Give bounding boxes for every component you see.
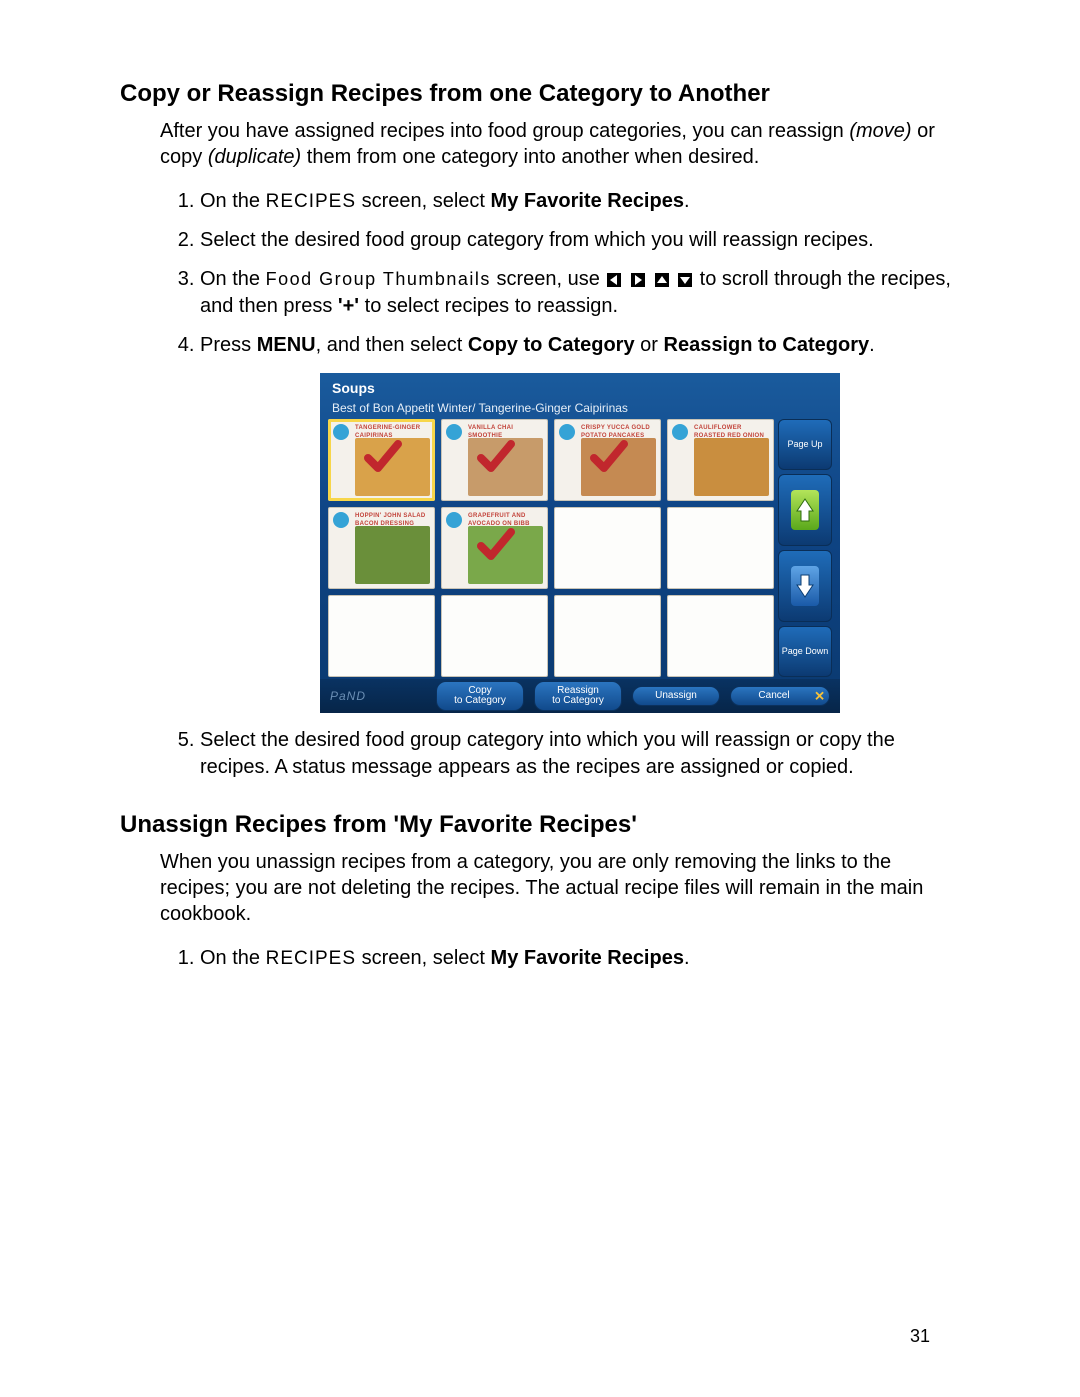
intro-part-a: After you have assigned recipes into foo…	[160, 120, 849, 142]
thumbnail-grid: TANGERINE-GINGER CAIPIRINASVANILLA CHAI …	[328, 419, 774, 677]
steps-list-2: On the RECIPES screen, select My Favorit…	[160, 945, 960, 972]
recipes-label: RECIPES	[266, 191, 356, 212]
category-chip-icon	[559, 424, 575, 440]
recipe-thumbnail[interactable]: VANILLA CHAI SMOOTHIE	[441, 419, 548, 501]
step4-b: , and then select	[316, 334, 468, 356]
copy-to-category-button[interactable]: Copy to Category	[436, 681, 524, 711]
my-favorite-recipes: My Favorite Recipes	[491, 190, 684, 212]
step1-a: On the	[200, 190, 266, 212]
u-step1-a: On the	[200, 947, 266, 969]
step4-d: .	[869, 334, 875, 356]
copy-to-category: Copy to Category	[468, 334, 635, 356]
page-down-button[interactable]	[778, 550, 832, 622]
intro-part-c: them from one category into another when…	[307, 146, 759, 168]
reassign-to-category-button[interactable]: Reassign to Category	[534, 681, 622, 711]
nav-arrows-icons	[605, 268, 699, 290]
step1-c: .	[684, 190, 690, 212]
reassign-line2: to Category	[545, 696, 611, 706]
intro-move: (move)	[849, 120, 911, 142]
arrow-down-icon	[791, 566, 819, 606]
recipe-thumbnail[interactable]	[441, 595, 548, 677]
step3-a: On the	[200, 268, 266, 290]
page-up-label: Page Up	[778, 419, 832, 470]
my-favorite-recipes-2: My Favorite Recipes	[491, 947, 684, 969]
cancel-x-icon: ✕	[814, 690, 825, 703]
steps-list-1: On the RECIPES screen, select My Favorit…	[160, 188, 960, 781]
heading-unassign: Unassign Recipes from 'My Favorite Recip…	[120, 811, 960, 839]
cancel-label: Cancel	[758, 690, 789, 701]
heading-copy-reassign: Copy or Reassign Recipes from one Catego…	[120, 80, 960, 108]
recipe-thumbnail[interactable]	[328, 595, 435, 677]
category-chip-icon	[446, 424, 462, 440]
recipe-thumbnail[interactable]: TANGERINE-GINGER CAIPIRINAS	[328, 419, 435, 501]
step-5: Select the desired food group category i…	[200, 727, 960, 781]
recipes-label-2: RECIPES	[266, 948, 356, 969]
intro-copy-reassign: After you have assigned recipes into foo…	[160, 118, 960, 170]
intro-unassign: When you unassign recipes from a categor…	[160, 849, 960, 927]
food-group-thumbnails-label: Food Group Thumbnails	[266, 269, 491, 289]
recipe-thumbnail[interactable]: CRISPY YUCCA GOLD POTATO PANCAKES	[554, 419, 661, 501]
intro-duplicate: (duplicate)	[208, 146, 301, 168]
checkmark-icon	[475, 524, 515, 572]
page-down-label: Page Down	[778, 626, 832, 677]
category-chip-icon	[446, 512, 462, 528]
copy-line2: to Category	[447, 696, 513, 706]
recipe-thumbnail[interactable]: HOPPIN' JOHN SALAD BACON DRESSING	[328, 507, 435, 589]
checkmark-icon	[588, 436, 628, 484]
thumb-photo	[694, 438, 769, 496]
step-4: Press MENU, and then select Copy to Cate…	[200, 332, 960, 713]
menu-key: MENU	[257, 334, 316, 356]
device-subtitle: Best of Bon Appetit Winter/ Tangerine-Gi…	[332, 400, 830, 416]
page-number: 31	[910, 1326, 930, 1347]
arrow-up-icon	[791, 490, 819, 530]
step-2: Select the desired food group category f…	[200, 227, 960, 254]
category-chip-icon	[333, 424, 349, 440]
unassign-step-1: On the RECIPES screen, select My Favorit…	[200, 945, 960, 972]
step-1: On the RECIPES screen, select My Favorit…	[200, 188, 960, 215]
device-title: Soups	[332, 379, 830, 398]
page-up-button[interactable]	[778, 474, 832, 546]
recipe-thumbnail[interactable]	[554, 507, 661, 589]
device-screenshot: Soups Best of Bon Appetit Winter/ Tanger…	[320, 373, 840, 713]
u-step1-b: screen, select	[356, 947, 491, 969]
reassign-to-category: Reassign to Category	[664, 334, 870, 356]
recipe-thumbnail[interactable]: GRAPEFRUIT AND AVOCADO ON BIBB	[441, 507, 548, 589]
recipe-thumbnail[interactable]: CAULIFLOWER ROASTED RED ONION TART	[667, 419, 774, 501]
unassign-button[interactable]: Unassign	[632, 686, 720, 706]
step4-a: Press	[200, 334, 257, 356]
step1-b: screen, select	[356, 190, 491, 212]
recipe-thumbnail[interactable]	[667, 595, 774, 677]
step3-d: to select recipes to reassign.	[359, 295, 618, 317]
step3-b: screen, use	[491, 268, 606, 290]
checkmark-icon	[362, 436, 402, 484]
brand-logo: PaND	[330, 688, 366, 704]
u-step1-c: .	[684, 947, 690, 969]
recipe-thumbnail[interactable]	[667, 507, 774, 589]
plus-key: '+'	[338, 295, 359, 317]
category-chip-icon	[672, 424, 688, 440]
step-3: On the Food Group Thumbnails screen, use…	[200, 266, 960, 320]
category-chip-icon	[333, 512, 349, 528]
thumb-photo	[355, 526, 430, 584]
recipe-thumbnail[interactable]	[554, 595, 661, 677]
cancel-button[interactable]: Cancel ✕	[730, 686, 830, 706]
checkmark-icon	[475, 436, 515, 484]
step4-c: or	[635, 334, 664, 356]
